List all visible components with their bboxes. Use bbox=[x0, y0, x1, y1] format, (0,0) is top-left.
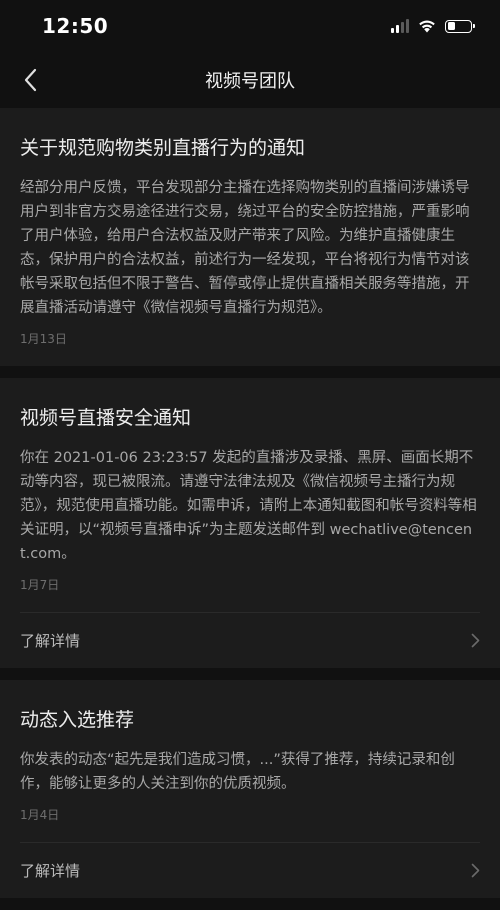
status-bar: 12:50 bbox=[0, 0, 500, 52]
notification-title: 动态入选推荐 bbox=[20, 709, 135, 731]
notification-card: 视频号直播安全通知 你在 2021-01-06 23:23:57 发起的直播涉及… bbox=[0, 378, 500, 668]
status-time: 12:50 bbox=[42, 14, 109, 38]
status-icons bbox=[391, 19, 475, 33]
notification-date: 1月13日 bbox=[20, 332, 67, 346]
notification-date: 1月4日 bbox=[20, 808, 60, 822]
page-title: 视频号团队 bbox=[205, 71, 295, 92]
view-details-label: 了解详情 bbox=[20, 862, 81, 880]
view-details-label: 了解详情 bbox=[20, 632, 81, 650]
notification-title: 关于规范购物类别直播行为的通知 bbox=[20, 137, 306, 159]
wifi-icon bbox=[419, 20, 435, 33]
notification-text: 你发表的动态“起先是我们造成习惯，...”获得了推荐，持续记录和创作，能够让更多… bbox=[20, 752, 455, 792]
chevron-left-icon bbox=[24, 68, 37, 92]
notification-title: 视频号直播安全通知 bbox=[20, 407, 192, 429]
chevron-right-icon bbox=[471, 863, 480, 878]
view-details-button[interactable]: 了解详情 bbox=[20, 612, 480, 668]
battery-icon bbox=[445, 19, 475, 33]
notification-text: 经部分用户反馈，平台发现部分主播在选择购物类别的直播间涉嫌诱导用户到非官方交易途… bbox=[20, 180, 470, 316]
view-details-button[interactable]: 了解详情 bbox=[20, 842, 480, 898]
back-button[interactable] bbox=[10, 60, 50, 100]
chevron-right-icon bbox=[471, 633, 480, 648]
notification-card: 关于规范购物类别直播行为的通知 经部分用户反馈，平台发现部分主播在选择购物类别的… bbox=[0, 108, 500, 366]
notification-text: 你在 2021-01-06 23:23:57 发起的直播涉及录播、黑屏、画面长期… bbox=[20, 450, 477, 562]
nav-bar: 视频号团队 bbox=[0, 52, 500, 108]
notification-feed: 关于规范购物类别直播行为的通知 经部分用户反馈，平台发现部分主播在选择购物类别的… bbox=[0, 108, 500, 910]
cellular-signal-icon bbox=[391, 19, 409, 33]
notification-card: 动态入选推荐 你发表的动态“起先是我们造成习惯，...”获得了推荐，持续记录和创… bbox=[0, 680, 500, 898]
notification-date: 1月7日 bbox=[20, 578, 60, 592]
